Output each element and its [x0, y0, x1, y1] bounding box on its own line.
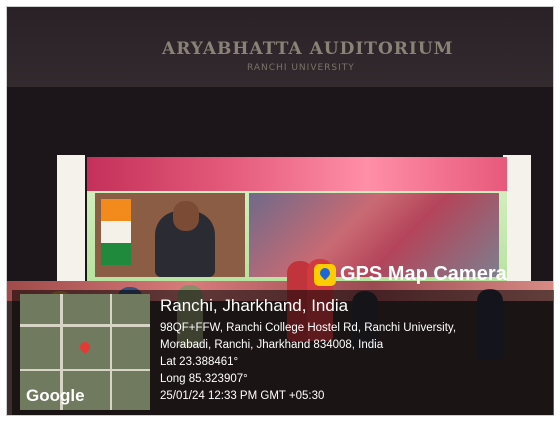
- university-name: RANCHI UNIVERSITY: [247, 63, 355, 73]
- address-line-1: 98QF+FFW, Ranchi College Hostel Rd, Ranc…: [160, 322, 457, 334]
- auditorium-wall: ARYABHATTA AUDITORIUM RANCHI UNIVERSITY: [7, 7, 553, 87]
- map-pin-icon: [314, 263, 336, 286]
- map-thumbnail: Google: [20, 294, 150, 410]
- flag-green: [101, 243, 131, 265]
- speaker-head: [173, 201, 199, 231]
- flag-white: [101, 221, 131, 243]
- flag-saffron: [101, 199, 131, 221]
- timestamp: 25/01/24 12:33 PM GMT +05:30: [160, 390, 325, 402]
- map-road: [110, 294, 112, 410]
- location-details: Ranchi, Jharkhand, India 98QF+FFW, Ranch…: [160, 296, 456, 405]
- map-road: [20, 324, 150, 327]
- screen-header-strip: [87, 157, 507, 191]
- gps-watermark: GPS Map Camera Google Ranchi, Jharkhand,…: [12, 263, 554, 415]
- location-title: Ranchi, Jharkhand, India: [160, 296, 349, 315]
- map-road: [20, 369, 150, 371]
- longitude: Long 85.323907°: [160, 373, 248, 385]
- address-line-2: Morabadi, Ranchi, Jharkhand 834008, Indi…: [160, 339, 384, 351]
- map-provider-logo: Google: [26, 386, 85, 405]
- location-panel: Google Ranchi, Jharkhand, India 98QF+FFW…: [12, 290, 554, 415]
- latitude: Lat 23.388461°: [160, 356, 239, 368]
- location-pin-icon: [77, 339, 93, 355]
- auditorium-name: ARYABHATTA AUDITORIUM: [162, 39, 454, 59]
- gps-app-label: GPS Map Camera: [314, 263, 507, 286]
- gps-app-name: GPS Map Camera: [340, 263, 507, 285]
